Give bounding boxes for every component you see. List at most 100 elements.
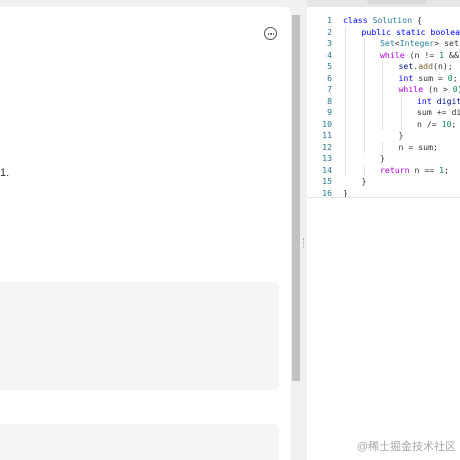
code-token: (n); (433, 61, 453, 71)
indent-guide (363, 72, 365, 84)
code-line[interactable]: 1 class Solution { (307, 15, 460, 27)
indent-guide (345, 107, 346, 119)
editor-tab-indicator[interactable] (367, 0, 427, 4)
panel-resize-handle[interactable] (303, 238, 306, 248)
indent-guide (382, 95, 383, 107)
code-token: > set = (434, 38, 459, 48)
code-line[interactable]: 6 int sum = 0; (307, 72, 460, 84)
indent-guide (363, 49, 365, 61)
example-block-2 (0, 424, 279, 460)
code-line[interactable]: 12 n = sum; (307, 141, 460, 154)
app-root: 1. 1 class Solution {2 public static boole… (0, 0, 460, 460)
code-text: public static boolean (362, 27, 460, 39)
code-token: ; (444, 164, 450, 175)
line-number: 2 (327, 26, 332, 37)
indent-guide (400, 95, 402, 107)
example-block-1 (0, 282, 279, 390)
indent-guide (400, 107, 402, 119)
code-token: set (398, 61, 414, 71)
indent-guide (345, 84, 346, 96)
left-panel-scrollbar-thumb[interactable] (292, 15, 300, 381)
code-text: Set<Integer> set = (380, 38, 460, 50)
line-number: 8 (327, 95, 332, 106)
code-text: sum += dig (417, 107, 460, 119)
code-line[interactable]: 9 sum += dig (307, 107, 460, 119)
line-number: 11 (322, 130, 332, 140)
code-line[interactable]: 13} (307, 153, 460, 165)
line-number: 12 (322, 141, 332, 152)
code-line[interactable]: 7 while (n > 0) (307, 84, 460, 96)
indent-guide (345, 95, 346, 107)
code-editor[interactable]: 1 class Solution {2 public static boolean … (307, 7, 460, 460)
code-token: Solution (372, 15, 417, 25)
code-line[interactable]: 8 int digit (307, 95, 460, 108)
code-token: } (343, 187, 348, 198)
indent-guide (345, 141, 346, 153)
description-text-fragment: 1. (0, 167, 10, 179)
indent-guide (345, 118, 346, 130)
indent-guide (363, 164, 365, 176)
code-token: public static boolean (361, 26, 460, 37)
code-token: } (398, 130, 404, 140)
line-number: 15 (322, 176, 332, 186)
line-number: 13 (322, 153, 332, 163)
indent-guide (345, 164, 346, 176)
indent-guide (345, 38, 346, 50)
code-token: } (361, 176, 367, 186)
code-token: int (398, 72, 419, 83)
code-token: return (380, 164, 415, 175)
indent-guide (345, 49, 346, 61)
indent-guide (382, 141, 383, 153)
line-number: 3 (327, 38, 332, 48)
indent-guide (363, 118, 365, 130)
code-line[interactable]: 11} (307, 130, 460, 142)
problem-description-panel: 1. (0, 7, 291, 460)
indent-guide (345, 130, 346, 142)
indent-guide (382, 61, 383, 73)
code-text: return n == 1; (380, 165, 449, 177)
line-number: 7 (327, 84, 332, 94)
code-line[interactable]: 14 return n == 1; (307, 164, 460, 177)
indent-guide (400, 118, 402, 130)
code-line[interactable]: 2 public static boolean (307, 26, 460, 39)
code-line[interactable]: 15} (307, 176, 460, 188)
code-line[interactable]: 10 n /= 10; (307, 118, 460, 131)
code-text: int digit (417, 96, 460, 108)
line-number: 6 (327, 72, 332, 83)
code-token: add (418, 61, 434, 71)
indent-guide (382, 84, 383, 96)
line-number: 5 (327, 61, 332, 71)
code-token: class (343, 15, 373, 25)
code-text: n /= 10; (417, 119, 456, 131)
code-token: && ! (449, 49, 459, 60)
code-token: Set (380, 38, 395, 48)
code-text: } (362, 176, 367, 188)
indent-guide (363, 61, 365, 73)
indent-guide (345, 72, 346, 84)
code-line[interactable]: 3 Set<Integer> set = (307, 38, 460, 50)
code-token: int (417, 95, 437, 106)
indent-guide (363, 38, 365, 50)
code-text: set.add(n); (399, 61, 453, 73)
code-text: while (n > 0) (399, 84, 460, 96)
code-token: while (380, 49, 410, 60)
code-text: n = sum; (399, 142, 438, 154)
code-token: } (380, 153, 385, 163)
indent-guide (382, 107, 383, 119)
code-lines: 1 class Solution {2 public static boolean … (307, 15, 460, 199)
indent-guide (363, 130, 365, 142)
code-token: digit (436, 95, 460, 106)
code-line[interactable]: 5 set.add(n); (307, 61, 460, 73)
indent-guide (345, 153, 346, 165)
code-token: 10 (441, 118, 452, 129)
line-number: 10 (322, 118, 332, 129)
code-token: ; (452, 72, 458, 83)
code-token: ; (451, 118, 457, 129)
code-token: while (398, 84, 429, 94)
line-number: 4 (327, 49, 332, 60)
editor-end-separator (307, 197, 460, 198)
code-token: Integer (399, 38, 435, 48)
more-options-icon[interactable] (264, 27, 277, 40)
code-line[interactable]: 4 while (n != 1 && ! (307, 49, 460, 61)
indent-guide (363, 107, 365, 119)
